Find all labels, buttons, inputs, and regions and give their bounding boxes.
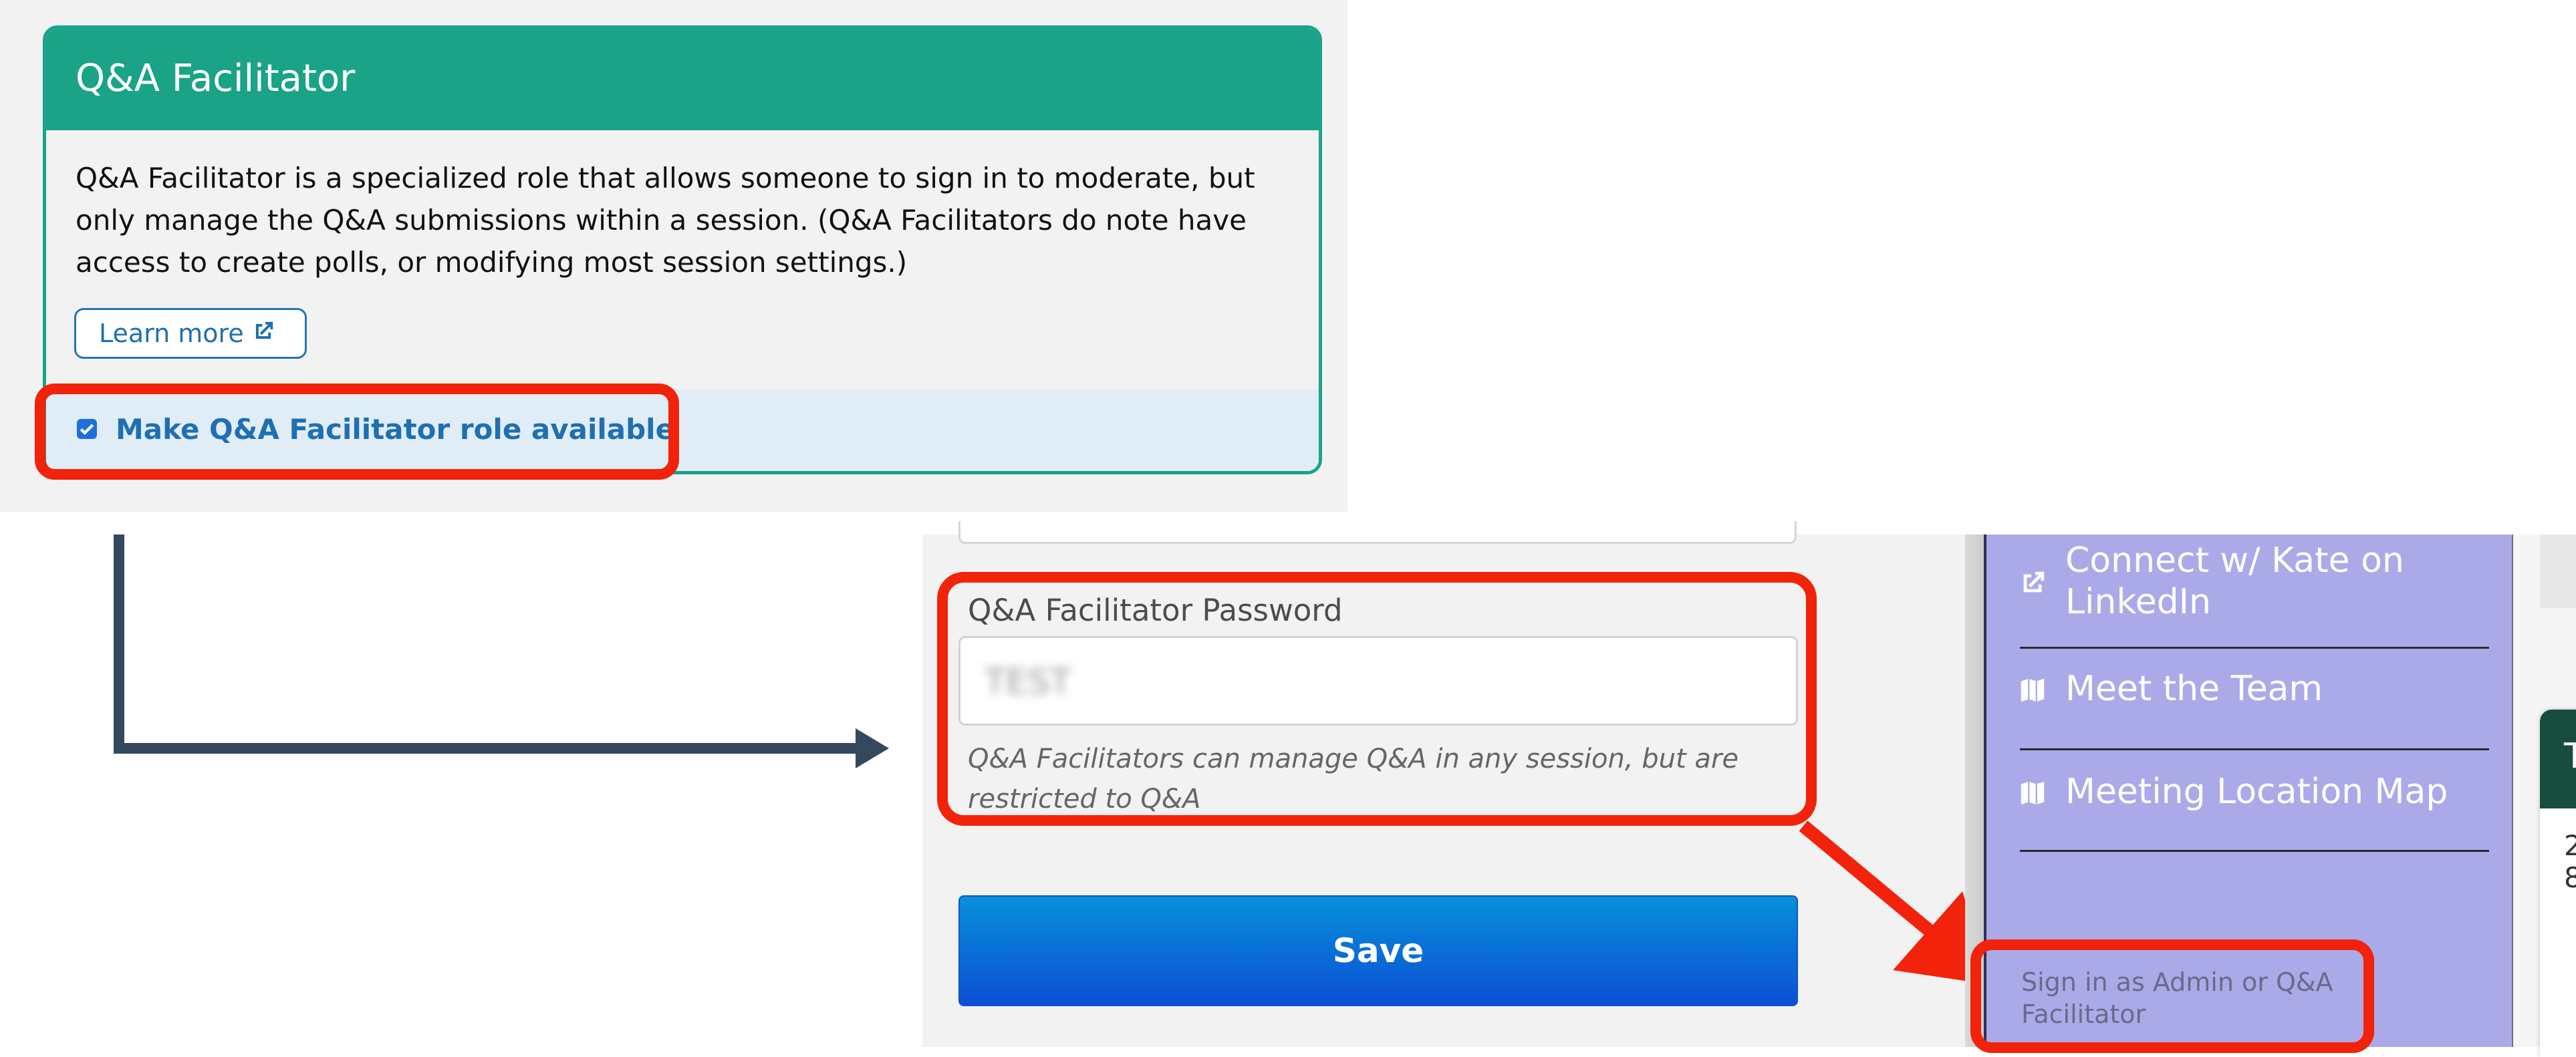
background-card-title: T (2564, 736, 2576, 776)
sidebar-item-linkedin[interactable]: Connect w/ Kate on LinkedIn (2017, 540, 2489, 627)
sidebar-item-label: Meeting Location Map (2065, 772, 2448, 812)
highlight-password (937, 572, 1817, 826)
sidebar-item-meet-team[interactable]: Meet the Team (2017, 668, 2489, 722)
learn-more-button[interactable]: Learn more (74, 308, 307, 359)
sidebar-item-label: Meet the Team (2065, 669, 2323, 709)
map-icon (2017, 673, 2048, 715)
facilitator-card-description: Q&A Facilitator is a specialized role th… (76, 162, 1255, 279)
facilitator-card-header: Q&A Facilitator (46, 29, 1319, 130)
background-card: T 2 8 (2540, 710, 2576, 1057)
external-link-icon (251, 312, 276, 359)
sidebar-divider (2020, 647, 2489, 649)
save-button[interactable]: Save (958, 895, 1798, 1006)
learn-more-label: Learn more (99, 319, 244, 348)
sidebar-divider (2020, 850, 2489, 852)
sidebar-divider (2020, 748, 2489, 750)
background-card-header: T (2540, 710, 2576, 808)
highlight-sign-in (1970, 939, 2374, 1053)
background-scrollbar (2540, 535, 2576, 608)
background-card-text: 2 8 (2564, 829, 2576, 894)
previous-field[interactable] (958, 521, 1797, 544)
facilitator-card-title: Q&A Facilitator (76, 57, 356, 100)
sidebar-item-location-map[interactable]: Meeting Location Map (2017, 771, 2489, 824)
highlight-make-available (35, 384, 679, 480)
sidebar-item-label: Connect w/ Kate on LinkedIn (2065, 541, 2404, 622)
external-link-icon (2017, 567, 2048, 608)
map-icon (2017, 776, 2048, 818)
